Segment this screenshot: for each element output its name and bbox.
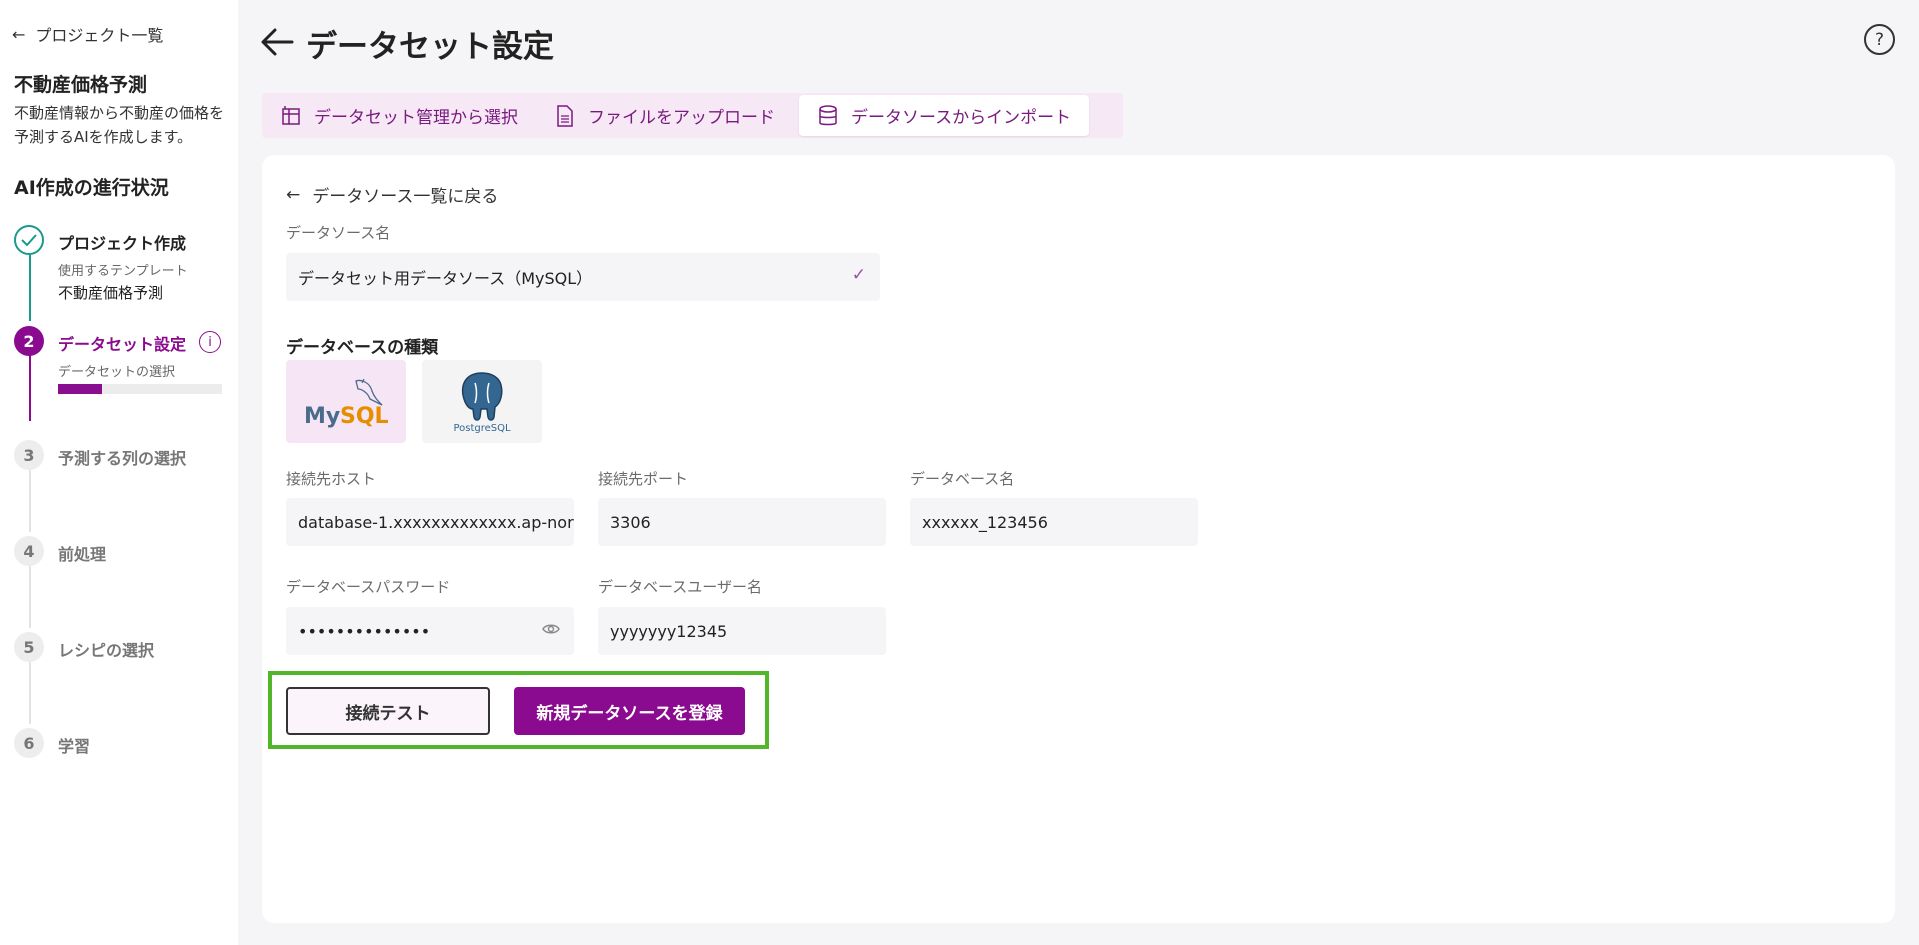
step-connector xyxy=(29,566,31,628)
step-connector xyxy=(29,662,31,724)
datasource-form-card: ← データソース一覧に戻る データソース名 データセット用データソース（MySQ… xyxy=(262,155,1895,923)
dbname-field[interactable]: xxxxxx_123456 xyxy=(910,498,1198,546)
db-type-label: データベースの種類 xyxy=(286,338,439,358)
dbname-label: データベース名 xyxy=(910,470,1015,488)
tab-label: データセット管理から選択 xyxy=(314,108,518,128)
svg-text:SQL: SQL xyxy=(340,404,389,429)
check-icon: ✓ xyxy=(851,265,866,285)
datasource-name-value: データセット用データソース（MySQL） xyxy=(298,269,593,288)
username-field[interactable]: yyyyyyy12345 xyxy=(598,607,886,655)
info-icon[interactable]: i xyxy=(199,331,221,353)
check-icon xyxy=(14,225,44,255)
dbname-value: xxxxxx_123456 xyxy=(922,512,1048,532)
step-label: 学習 xyxy=(58,737,91,756)
back-label: データソース一覧に戻る xyxy=(312,187,499,207)
project-title: 不動産価格予測 xyxy=(14,74,148,96)
step-label: データセット設定 xyxy=(58,335,187,354)
username-value: yyyyyyy12345 xyxy=(610,621,728,641)
host-value: database-1.xxxxxxxxxxxxx.ap-northeast-1.… xyxy=(298,512,574,532)
tab-datasource-import[interactable]: データソースからインポート xyxy=(799,95,1090,136)
help-icon[interactable]: ? xyxy=(1864,24,1895,55)
back-to-datasource-list[interactable]: ← データソース一覧に戻る xyxy=(286,182,499,208)
step-sub: データセットの選択 xyxy=(58,365,176,380)
step-progress-fill xyxy=(58,384,103,394)
progress-title: AI作成の進行状況 xyxy=(14,177,169,199)
eye-icon[interactable] xyxy=(542,621,560,640)
page-title: データセット設定 xyxy=(306,29,554,65)
page-back-arrow-icon[interactable] xyxy=(260,26,294,66)
port-field[interactable]: 3306 xyxy=(598,498,886,546)
datasource-name-field[interactable]: データセット用データソース（MySQL） ✓ xyxy=(286,253,880,301)
sidebar: ← プロジェクト一覧 不動産価格予測 不動産情報から不動産の価格を予測するAIを… xyxy=(0,0,238,945)
port-value: 3306 xyxy=(610,512,651,532)
datasource-name-label: データソース名 xyxy=(286,224,391,242)
host-field[interactable]: database-1.xxxxxxxxxxxxx.ap-northeast-1.… xyxy=(286,498,574,546)
project-list-label: プロジェクト一覧 xyxy=(35,26,164,45)
step-connector xyxy=(29,470,31,532)
step-label: 予測する列の選択 xyxy=(58,449,187,468)
step-connector xyxy=(29,355,31,421)
password-field[interactable]: •••••••••••••• xyxy=(286,607,574,655)
step-number: 2 xyxy=(14,326,44,356)
db-type-postgresql[interactable]: PostgreSQL xyxy=(422,360,542,443)
step-number: 3 xyxy=(14,440,44,470)
mysql-logo-icon: My SQL xyxy=(304,378,389,429)
step-number: 4 xyxy=(14,536,44,566)
arrow-left-icon: ← xyxy=(286,184,301,205)
host-label: 接続先ホスト xyxy=(286,470,377,488)
step-progress-bar xyxy=(58,384,222,394)
step-number: 6 xyxy=(14,728,44,758)
username-label: データベースユーザー名 xyxy=(598,578,762,596)
step-label: レシピの選択 xyxy=(58,641,155,660)
tab-label: データソースからインポート xyxy=(851,108,1072,128)
register-datasource-button[interactable]: 新規データソースを登録 xyxy=(514,687,745,735)
step-label: 前処理 xyxy=(58,545,107,564)
connection-test-button[interactable]: 接続テスト xyxy=(286,687,490,735)
project-list-link[interactable]: ← プロジェクト一覧 xyxy=(12,22,163,46)
database-icon xyxy=(817,104,839,127)
arrow-left-icon: ← xyxy=(12,24,26,44)
postgresql-logo-icon: PostgreSQL xyxy=(453,371,511,434)
step-connector xyxy=(29,255,31,321)
step-number: 5 xyxy=(14,632,44,662)
svg-text:PostgreSQL: PostgreSQL xyxy=(453,423,511,434)
password-value: •••••••••••••• xyxy=(298,621,431,641)
step-sub: 使用するテンプレート xyxy=(58,264,188,279)
step-label: プロジェクト作成 xyxy=(58,234,187,253)
port-label: 接続先ポート xyxy=(598,470,689,488)
file-icon xyxy=(554,104,576,127)
password-label: データベースパスワード xyxy=(286,578,451,596)
source-tabs: データセット管理から選択 ファイルをアップロード データソースからインポート xyxy=(262,93,1123,138)
db-type-mysql[interactable]: My SQL xyxy=(286,360,406,443)
project-description: 不動産情報から不動産の価格を予測するAIを作成します。 xyxy=(14,104,225,146)
tab-dataset-management[interactable]: データセット管理から選択 xyxy=(262,95,536,136)
tab-file-upload[interactable]: ファイルをアップロード xyxy=(536,95,793,136)
table-select-icon xyxy=(280,105,302,127)
step-sub-value: 不動産価格予測 xyxy=(58,284,164,302)
tab-label: ファイルをアップロード xyxy=(588,108,775,128)
svg-text:My: My xyxy=(304,404,340,429)
